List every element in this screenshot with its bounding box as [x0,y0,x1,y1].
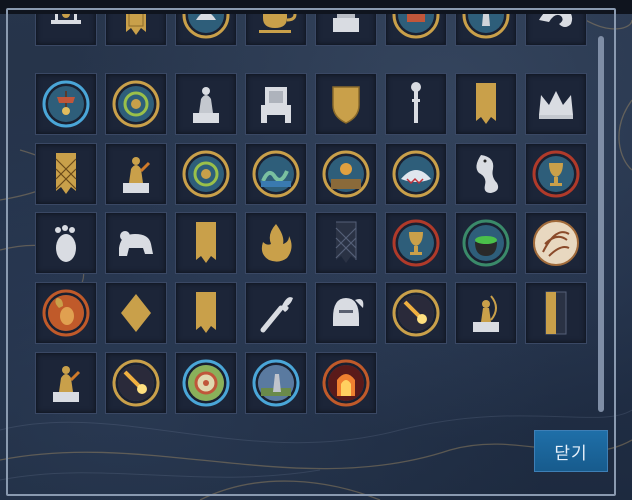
item-slot[interactable] [245,14,307,46]
ram-medallion-icon [42,289,90,337]
item-slot[interactable] [35,73,97,135]
item-slot[interactable] [105,352,167,414]
item-slot[interactable] [175,212,237,274]
item-slot[interactable] [35,352,97,414]
comet-medallion-icon [392,289,440,337]
item-slot[interactable] [35,143,97,205]
chalice-medallion-icon [532,150,580,198]
fairground-medallion-icon [42,80,90,128]
silver-seahorse-dragon-icon [476,155,499,193]
item-slot[interactable] [455,73,517,135]
cauldron-medallion-icon [462,219,510,267]
gold-statue-icon [123,157,151,193]
scrollbar-thumb[interactable] [598,36,604,412]
silver-crown-icon [539,91,573,119]
item-slot[interactable] [245,212,307,274]
gold-shield-icon [332,86,360,124]
item-slot[interactable] [245,282,307,344]
item-slot[interactable] [315,73,377,135]
close-button[interactable]: 닫기 [534,430,608,472]
chalice-medallion-icon [392,219,440,267]
item-slot[interactable] [35,282,97,344]
fire-emblem-icon [261,224,292,262]
gold-wreath-medallion-icon [182,150,230,198]
knight-medallion-icon [252,359,300,407]
gold-banner-icon [196,292,216,333]
gold-archer-statue-icon [473,295,499,332]
item-slot[interactable] [245,352,307,414]
collection-panel: 닫기 [0,0,632,500]
item-slot[interactable] [385,143,447,205]
item-slot[interactable] [105,143,167,205]
sea-serpent-medallion-icon [252,150,300,198]
gold-banner-icon [476,83,496,124]
silver-footprint-icon [55,225,76,262]
gold-half-banner-icon [545,291,567,335]
dragon-emblem-icon [539,14,573,27]
item-slot[interactable] [175,282,237,344]
item-slot[interactable] [105,73,167,135]
item-slot[interactable] [175,352,237,414]
carousel-icon [51,14,81,24]
gold-statue-icon [53,366,81,402]
item-slot[interactable] [245,73,307,135]
item-slot[interactable] [525,14,587,46]
item-slot[interactable] [315,212,377,274]
item-slot[interactable] [105,14,167,46]
item-slot[interactable] [315,14,377,46]
stone-pedestal-icon [333,14,359,32]
item-slot[interactable] [315,282,377,344]
item-slot[interactable] [455,14,517,46]
item-slot[interactable] [525,282,587,344]
lighthouse-medallion-icon [462,14,510,39]
item-slot[interactable] [105,282,167,344]
silver-helmet-icon [333,298,364,326]
item-slot[interactable] [105,212,167,274]
item-slot[interactable] [525,212,587,274]
silver-statue-icon [193,87,219,123]
comet-medallion-icon [112,359,160,407]
cup-icon [259,14,297,33]
item-slot[interactable] [385,212,447,274]
item-slot[interactable] [525,73,587,135]
silver-throne-icon [261,87,291,123]
item-slot[interactable] [385,73,447,135]
item-slot[interactable] [35,212,97,274]
deity-medallion-icon [322,150,370,198]
gold-wreath-medallion-icon [112,80,160,128]
item-slot[interactable] [385,282,447,344]
silver-tiger-icon [119,231,153,256]
item-slot[interactable] [315,352,377,414]
archery-target-medallion-icon [182,359,230,407]
item-slot[interactable] [175,143,237,205]
scrollbar-track[interactable] [598,36,604,412]
banner-icon [126,14,146,35]
shark-medallion-icon [392,150,440,198]
silver-torch-icon [260,297,293,333]
item-slot[interactable] [245,143,307,205]
offering-medallion-icon [182,14,230,39]
item-slot[interactable] [455,143,517,205]
silver-scepter-icon [411,82,421,123]
lattice-banner-icon [55,153,77,194]
item-slot[interactable] [385,14,447,46]
item-grid[interactable] [30,14,595,418]
gold-banner-icon [196,222,216,263]
item-slot[interactable] [175,14,237,46]
item-slot[interactable] [455,282,517,344]
fire-portal-medallion-icon [322,359,370,407]
item-slot[interactable] [315,143,377,205]
item-slot[interactable] [35,14,97,46]
mesh-banner-icon [335,221,357,263]
gold-diamond-icon [121,294,151,332]
item-slot[interactable] [175,73,237,135]
altar-medallion-icon [392,14,440,39]
shell-medallion-icon [533,220,579,266]
item-slot[interactable] [455,212,517,274]
item-slot[interactable] [525,143,587,205]
